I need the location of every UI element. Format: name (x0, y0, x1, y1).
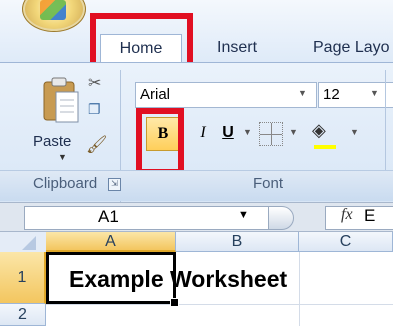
row-header-1[interactable]: 1 (0, 252, 46, 304)
formula-bar-splitter[interactable] (268, 206, 294, 230)
clipboard-launcher-icon[interactable]: ⇲ (108, 178, 121, 191)
home-tab-highlight-box (90, 13, 193, 68)
paste-icon[interactable] (42, 76, 82, 124)
insert-function-icon[interactable]: fx (341, 206, 353, 224)
borders-dropdown-icon[interactable]: ▼ (289, 127, 298, 137)
name-box-value: A1 (98, 207, 119, 226)
italic-button[interactable]: I (190, 120, 216, 146)
font-name-value: Arial (140, 86, 171, 103)
formula-text: E (364, 206, 376, 225)
font-group-label: Font (253, 175, 284, 192)
column-header-b[interactable]: B (176, 232, 299, 252)
fill-color-dropdown-icon[interactable]: ▼ (350, 127, 359, 137)
column-header-a[interactable]: A (46, 232, 176, 252)
borders-icon[interactable] (259, 122, 283, 146)
column-gridline (299, 252, 300, 326)
font-size-value: 12 (323, 86, 340, 103)
fill-color-icon[interactable]: ◈ (312, 120, 326, 141)
cut-icon[interactable]: ✂ (88, 73, 101, 93)
row-header-2[interactable]: 2 (0, 304, 46, 326)
name-box-dropdown-icon[interactable]: ▼ (238, 209, 249, 221)
fill-handle[interactable] (170, 298, 179, 307)
name-box[interactable] (24, 206, 271, 230)
underline-dropdown-icon[interactable]: ▼ (243, 127, 252, 137)
format-painter-icon[interactable]: 🖌 (86, 135, 108, 155)
column-header-c[interactable]: C (299, 232, 393, 252)
select-all-icon (22, 236, 36, 250)
font-name-dropdown-icon[interactable]: ▼ (298, 88, 307, 98)
font-size-dropdown-icon[interactable]: ▼ (370, 88, 379, 98)
bold-button-highlight-box (136, 108, 184, 175)
group-separator (385, 70, 386, 170)
paste-button-label[interactable]: Paste (33, 133, 71, 150)
underline-button[interactable]: U (215, 120, 241, 146)
tab-insert[interactable]: Insert (207, 34, 267, 62)
row-gridline (46, 304, 393, 305)
tab-page-layout[interactable]: Page Layo (303, 34, 393, 62)
clipboard-group-label: Clipboard (33, 175, 98, 192)
office-button-icon (40, 0, 66, 20)
fill-color-swatch (314, 145, 336, 149)
formula-input[interactable] (325, 206, 393, 230)
paste-dropdown-icon[interactable]: ▼ (58, 152, 67, 162)
active-cell-a1[interactable] (46, 252, 176, 304)
copy-icon[interactable]: ❐ (88, 101, 101, 118)
